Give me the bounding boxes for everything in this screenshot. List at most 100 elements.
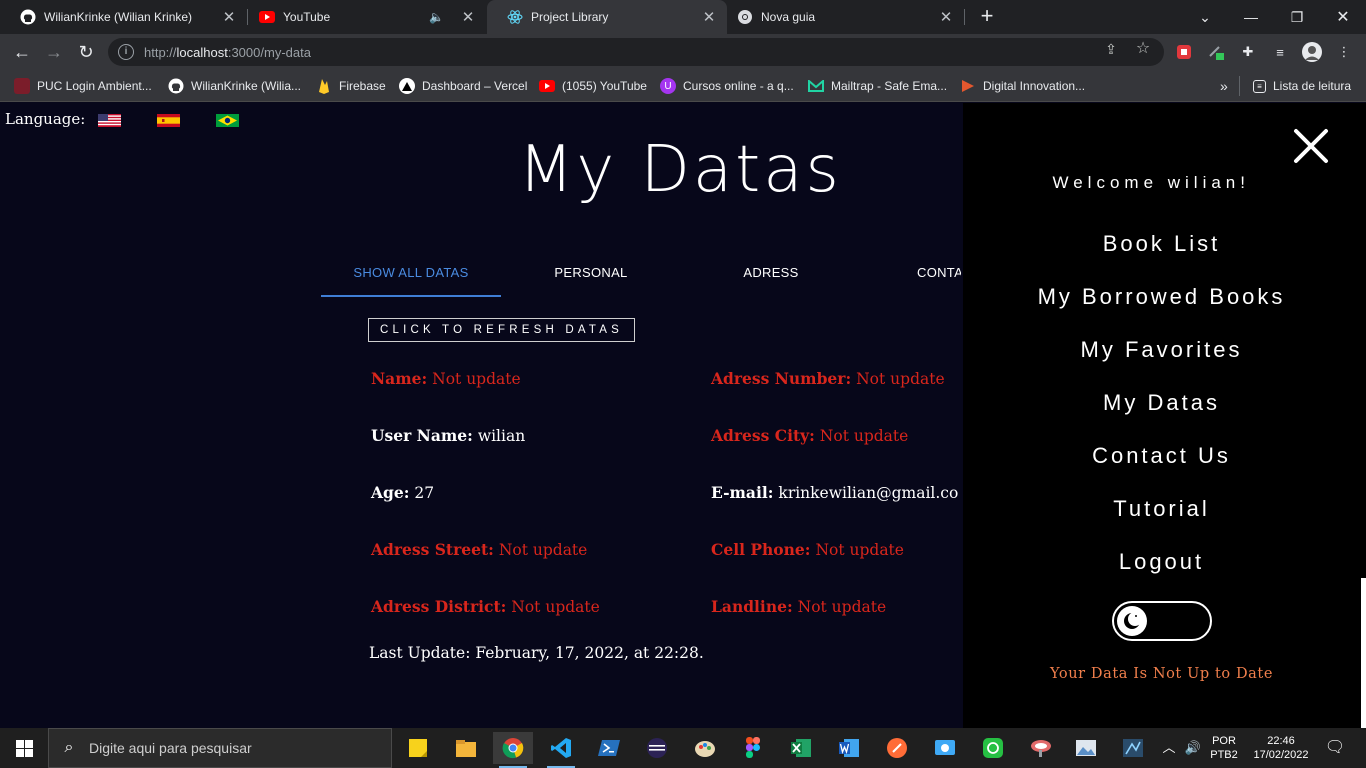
url-text: http://localhost:3000/my-data (144, 44, 311, 60)
menu-item-book-list[interactable]: Book List (963, 231, 1360, 257)
field-adress-number: Adress Number: Not update (711, 369, 945, 388)
address-bar[interactable]: i http://localhost:3000/my-data (108, 38, 1164, 66)
browser-tab-youtube[interactable]: YouTube 🔈 ✕ (239, 0, 486, 34)
close-tab-icon[interactable]: ✕ (934, 8, 958, 26)
chrome-taskbar-icon[interactable] (493, 732, 533, 768)
site-info-icon[interactable]: i (118, 44, 134, 60)
refresh-datas-button[interactable]: CLICK TO REFRESH DATAS (368, 318, 635, 342)
vscode-icon[interactable] (541, 732, 581, 768)
extension-green-icon[interactable] (1206, 42, 1226, 62)
browser-tab-strip: WilianKrinke (Wilian Krinke) ✕ YouTube 🔈… (0, 0, 1366, 34)
powershell-icon[interactable] (589, 732, 629, 764)
field-email: E-mail: krinkewilian@gmail.co (711, 483, 959, 502)
browser-toolbar: ← → ↻ i http://localhost:3000/my-data ⇪ … (0, 34, 1366, 70)
bookmark-star-icon[interactable]: ☆ (1134, 40, 1152, 58)
menu-item-tutorial[interactable]: Tutorial (963, 496, 1360, 522)
screen-capture-icon[interactable] (925, 732, 965, 764)
menu-item-contact-us[interactable]: Contact Us (963, 443, 1360, 469)
menu-item-borrowed-books[interactable]: My Borrowed Books (963, 284, 1360, 310)
tab-title: Project Library (531, 10, 609, 24)
excel-icon[interactable] (781, 732, 821, 764)
profile-avatar[interactable] (1302, 42, 1322, 62)
search-icon: ⌕ (64, 739, 74, 756)
dio-icon (960, 78, 976, 94)
bookmark-github[interactable]: WilianKrinke (Wilia... (168, 76, 301, 96)
more-bookmarks-chevron-icon[interactable]: » (1220, 76, 1228, 96)
close-menu-icon[interactable] (1293, 128, 1329, 164)
tray-chevron-icon[interactable]: ︿ (1158, 728, 1180, 768)
share-icon[interactable]: ⇪ (1102, 40, 1120, 58)
data-outdated-warning: Your Data Is Not Up to Date (1049, 666, 1274, 682)
github-icon (20, 9, 36, 25)
tab-personal[interactable]: PERSONAL (501, 253, 681, 297)
search-placeholder: Digite aqui para pesquisar (89, 740, 252, 756)
photos-icon[interactable] (1066, 732, 1106, 764)
browser-tab-project-library[interactable]: Project Library ✕ (487, 0, 727, 34)
tab-title: WilianKrinke (Wilian Krinke) (44, 10, 193, 24)
tab-search-chevron-icon[interactable]: ⌄ (1182, 0, 1228, 34)
back-arrow-icon[interactable]: ← (8, 38, 36, 66)
bookmark-youtube[interactable]: (1055) YouTube (539, 76, 647, 96)
close-window-icon[interactable]: ✕ (1320, 0, 1366, 34)
field-adress-street: Adress Street: Not update (371, 540, 588, 559)
bookmark-cursos-online[interactable]: U Cursos online - a q... (660, 76, 794, 96)
tab-show-all-datas[interactable]: SHOW ALL DATAS (321, 253, 501, 297)
snipping-tool-icon[interactable] (1021, 732, 1061, 764)
postman-icon[interactable] (877, 732, 917, 764)
new-tab-plus-icon[interactable]: + (975, 5, 999, 29)
windows-start-icon[interactable] (0, 728, 48, 768)
menu-item-favorites[interactable]: My Favorites (963, 337, 1360, 363)
bookmark-vercel[interactable]: Dashboard – Vercel (399, 76, 527, 96)
network-tool-icon[interactable] (1113, 732, 1153, 764)
tab-title: Nova guia (761, 10, 816, 24)
browser-tab-github[interactable]: WilianKrinke (Wilian Krinke) ✕ (0, 0, 247, 34)
last-update-text: Last Update: February, 17, 2022, at 22:2… (369, 644, 704, 662)
es-flag-icon[interactable] (157, 114, 180, 127)
clock[interactable]: 22:46 17/02/2022 (1246, 728, 1316, 768)
input-language-indicator[interactable]: POR PTB2 (1206, 728, 1242, 768)
sticky-notes-icon[interactable] (398, 732, 438, 764)
reading-list-button[interactable]: ≡ Lista de leitura (1253, 76, 1351, 96)
extension-red-icon[interactable] (1174, 42, 1194, 62)
notifications-icon[interactable]: 🗨 (1320, 728, 1350, 768)
tab-title: YouTube (283, 10, 331, 24)
scrollbar-thumb[interactable] (1361, 578, 1366, 728)
forward-arrow-icon[interactable]: → (40, 38, 68, 66)
close-tab-icon[interactable]: ✕ (456, 8, 480, 26)
bookmark-puc[interactable]: PUC Login Ambient... (14, 76, 152, 96)
menu-item-my-datas[interactable]: My Datas (963, 390, 1360, 416)
restore-icon[interactable]: ❐ (1274, 0, 1320, 34)
menu-item-logout[interactable]: Logout (963, 549, 1360, 575)
menu-dots-icon[interactable]: ⋮ (1334, 42, 1354, 62)
taskbar-search-box[interactable]: ⌕ Digite aqui para pesquisar (48, 728, 392, 768)
paint-icon[interactable] (685, 732, 725, 764)
speaker-icon[interactable]: 🔈 (429, 10, 444, 24)
volume-icon[interactable]: 🔊 (1182, 728, 1204, 768)
puzzle-extensions-icon[interactable]: ✚ (1238, 42, 1258, 62)
tab-adress[interactable]: ADRESS (681, 253, 861, 297)
field-landline: Landline: Not update (711, 597, 887, 616)
bookmark-mailtrap[interactable]: Mailtrap - Safe Ema... (808, 76, 947, 96)
field-user-name: User Name: wilian (371, 426, 526, 445)
tab-contact[interactable]: CONTA (861, 253, 961, 297)
field-adress-district: Adress District: Not update (371, 597, 600, 616)
word-icon[interactable] (829, 732, 869, 764)
bookmark-firebase[interactable]: Firebase (316, 76, 386, 96)
field-age: Age: 27 (371, 483, 435, 502)
bookmark-dio[interactable]: Digital Innovation... (960, 76, 1085, 96)
file-explorer-icon[interactable] (446, 732, 486, 764)
br-flag-icon[interactable] (216, 114, 239, 127)
close-tab-icon[interactable]: ✕ (217, 8, 241, 26)
eclipse-icon[interactable] (637, 732, 677, 764)
reading-queue-icon[interactable]: ≡ (1270, 42, 1290, 62)
windows-taskbar: ⌕ Digite aqui para pesquisar ︿ 🔊 POR PTB2… (0, 728, 1366, 768)
browser-tab-nova-guia[interactable]: Nova guia ✕ (717, 0, 964, 34)
bookmarks-bar: PUC Login Ambient... WilianKrinke (Wilia… (0, 70, 1366, 102)
us-flag-icon[interactable] (98, 114, 121, 127)
whatsapp-icon[interactable] (973, 732, 1013, 764)
theme-toggle[interactable] (1112, 601, 1212, 641)
field-name: Name: Not update (371, 369, 521, 388)
minimize-icon[interactable]: — (1228, 0, 1274, 34)
reload-icon[interactable]: ↻ (72, 38, 100, 66)
figma-icon[interactable] (733, 732, 773, 764)
